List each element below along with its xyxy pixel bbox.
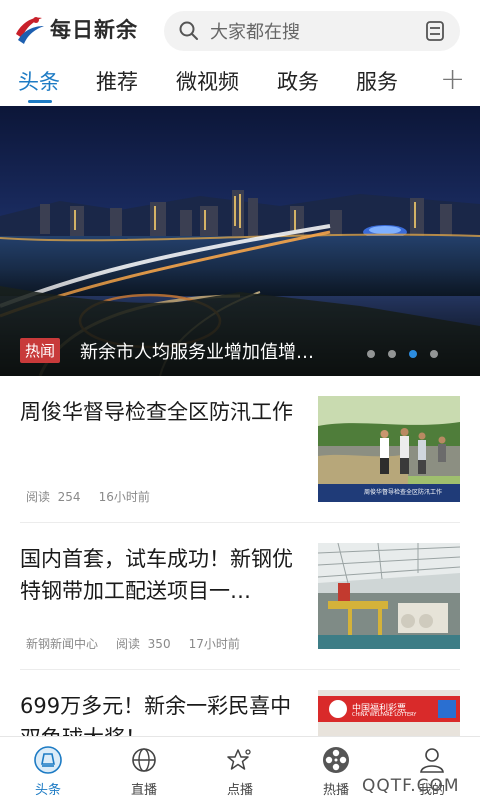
tab-headlines[interactable]: 头条 xyxy=(18,66,60,96)
thumbnail-caption: 周俊华督导检查全区防汛工作 xyxy=(364,489,443,496)
news-thumbnail[interactable] xyxy=(318,543,460,649)
headline-carousel[interactable]: 热闻 新余市人均服务业增加值增… xyxy=(0,106,480,376)
nav-trending[interactable]: 热播 xyxy=(306,745,366,798)
tab-services[interactable]: 服务 xyxy=(356,66,398,96)
divider xyxy=(20,522,460,523)
scan-icon[interactable] xyxy=(424,20,446,42)
banner-image xyxy=(0,106,480,376)
publish-time: 17小时前 xyxy=(188,637,240,651)
news-title[interactable]: 周俊华督导检查全区防汛工作 xyxy=(20,396,300,428)
search-icon xyxy=(179,21,198,40)
news-item[interactable]: 周俊华督导检查全区防汛工作 阅读 254 16小时前 周俊华督导检查全区防汛工作 xyxy=(0,396,480,524)
logo-icon xyxy=(16,17,44,44)
thumbnail-sign-english: CHINA WELFARE LOTTERY xyxy=(352,712,417,718)
news-meta: 新钢新闻中心 阅读 350 17小时前 xyxy=(26,635,240,652)
nav-headlines[interactable]: 头条 xyxy=(18,745,78,798)
nav-live[interactable]: 直播 xyxy=(114,745,174,798)
news-title[interactable]: 699万多元！新余一彩民喜中双色球大奖！ xyxy=(20,690,300,736)
user-icon xyxy=(420,748,444,773)
nav-label: 热播 xyxy=(322,783,349,798)
app-name: 每日新余 xyxy=(50,18,138,42)
news-title[interactable]: 国内首套，试车成功！新钢优特钢带加工配送项目一… xyxy=(20,543,300,607)
nav-label: 头条 xyxy=(34,783,61,798)
nav-label: 直播 xyxy=(130,783,157,798)
reads-count: 254 xyxy=(57,490,81,504)
film-reel-icon xyxy=(323,747,349,773)
carousel-dot[interactable] xyxy=(388,350,396,358)
news-thumbnail[interactable]: 中国福利彩票 CHINA WELFARE LOTTERY xyxy=(318,690,460,736)
tab-government[interactable]: 政务 xyxy=(277,66,319,96)
star-icon xyxy=(227,749,251,770)
app-logo: 每日新余 xyxy=(12,12,138,46)
publish-time: 16小时前 xyxy=(98,490,150,504)
globe-icon xyxy=(132,748,156,772)
add-channel-icon[interactable]: + xyxy=(440,62,465,97)
news-item[interactable]: 699万多元！新余一彩民喜中双色球大奖！ 中国福利彩票 CHINA WELFAR… xyxy=(0,690,480,736)
reads-count: 350 xyxy=(147,637,171,651)
nav-label: 点播 xyxy=(226,783,253,798)
carousel-dot[interactable] xyxy=(430,350,438,358)
tab-recommend[interactable]: 推荐 xyxy=(96,66,138,96)
carousel-indicator xyxy=(367,350,438,358)
news-thumbnail[interactable]: 周俊华督导检查全区防汛工作 xyxy=(318,396,460,502)
news-meta: 阅读 254 16小时前 xyxy=(26,488,150,505)
reads-label: 阅读 xyxy=(26,490,51,504)
headlines-icon xyxy=(34,746,62,774)
nav-on-demand[interactable]: 点播 xyxy=(210,745,270,798)
reads-label: 阅读 xyxy=(116,637,141,651)
top-bar: 每日新余 大家都在搜 xyxy=(0,0,480,62)
news-source: 新钢新闻中心 xyxy=(26,637,99,651)
watermark: QQTF.COM xyxy=(362,776,460,796)
carousel-dot[interactable] xyxy=(367,350,375,358)
channel-tabs: 头条 推荐 微视频 政务 服务 + xyxy=(0,62,480,106)
banner-hot-tag: 热闻 xyxy=(20,338,61,363)
search-bar[interactable]: 大家都在搜 xyxy=(164,11,460,51)
divider xyxy=(20,669,460,670)
active-tab-indicator xyxy=(28,100,52,103)
banner-title[interactable]: 新余市人均服务业增加值增… xyxy=(80,338,314,364)
news-item[interactable]: 国内首套，试车成功！新钢优特钢带加工配送项目一… 新钢新闻中心 阅读 350 1… xyxy=(0,543,480,671)
carousel-dot-active[interactable] xyxy=(409,350,417,358)
tab-micro-video[interactable]: 微视频 xyxy=(176,66,239,96)
search-placeholder: 大家都在搜 xyxy=(210,22,300,43)
